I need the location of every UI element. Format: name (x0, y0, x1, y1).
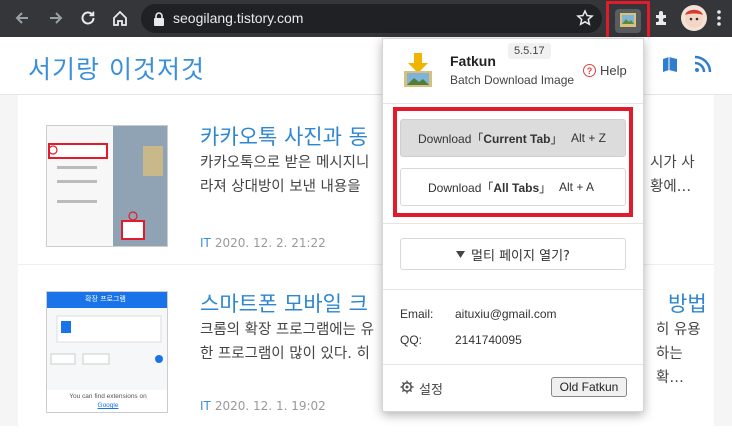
app-version-badge: 5.5.17 (508, 43, 551, 59)
rss-icon[interactable] (694, 55, 712, 79)
post-thumbnail[interactable] (46, 125, 168, 247)
email-row: Email: aituxiu@gmail.com (400, 307, 557, 321)
download-current-tab-button[interactable]: Download「Current Tab」 Alt + Z (400, 119, 626, 157)
bookmark-star-icon[interactable] (576, 9, 594, 31)
excerpt-line: 카카오톡으로 받은 메시지니 (200, 155, 370, 171)
qq-label: QQ: (400, 333, 423, 347)
excerpt-line: 크롬의 확장 프로그램에는 유 (200, 322, 374, 338)
forward-icon[interactable] (44, 6, 68, 30)
post-title[interactable]: 카카오톡 사진과 동 (200, 121, 368, 151)
help-link[interactable]: ? Help (583, 63, 627, 78)
post-title[interactable]: 스마트폰 모바일 크 방법 (200, 288, 707, 318)
multi-page-label[interactable]: 멀티 페이지 열기? (471, 245, 570, 264)
post-title-text[interactable]: 스마트폰 모바일 크 (200, 292, 368, 316)
help-icon[interactable]: ? (583, 64, 596, 77)
excerpt-line-tail: 히 유용 (656, 322, 701, 338)
caret-down-icon (456, 247, 466, 262)
fatkun-popup: Fatkun 5.5.17 Batch Download Image ? Hel… (382, 38, 644, 412)
excerpt-line-tail: 황에… (650, 179, 692, 195)
post-meta: IT 2020. 12. 2. 21:22 (200, 236, 326, 250)
app-subtitle: Batch Download Image (450, 73, 575, 87)
guestbook-icon[interactable] (660, 55, 680, 79)
header-icons (660, 55, 712, 79)
fatkun-extension-button[interactable] (606, 1, 650, 41)
settings-label[interactable]: 설정 (419, 379, 443, 398)
download-all-label[interactable]: Download「All Tabs」 (428, 179, 551, 196)
back-icon[interactable] (10, 6, 34, 30)
thumb-caption: You can find extensions on (69, 393, 147, 400)
post-title-tail[interactable]: 방법 (668, 288, 707, 318)
divider (383, 289, 643, 290)
browser-menu-icon[interactable] (716, 9, 722, 31)
email-label: Email: (400, 307, 434, 321)
divider (383, 103, 643, 104)
divider (383, 364, 643, 365)
post-thumbnail[interactable]: 확장 프로그램 You can find extensions on Googl… (46, 291, 168, 413)
email-value: aituxiu@gmail.com (455, 307, 557, 321)
extensions-puzzle-icon[interactable] (652, 8, 672, 32)
address-bar[interactable]: seogilang.tistory.com (141, 4, 602, 33)
home-icon[interactable] (108, 6, 132, 30)
qq-row: QQ: 2141740095 (400, 333, 522, 347)
post-category[interactable]: IT (200, 236, 211, 250)
reload-icon[interactable] (76, 6, 100, 30)
excerpt-line-tail: 하는 확… (656, 346, 684, 386)
post-date: 2020. 12. 2. 21:22 (214, 236, 326, 250)
multi-page-button[interactable]: 멀티 페이지 열기? (400, 238, 626, 270)
divider (383, 223, 643, 224)
lock-icon[interactable] (153, 11, 165, 30)
post-category[interactable]: IT (200, 399, 211, 413)
blog-title[interactable]: 서기랑 이것저것 (28, 50, 205, 86)
download-current-label[interactable]: Download「Current Tab」 (418, 130, 563, 147)
excerpt-line-tail: 시가 사 (650, 155, 695, 171)
shortcut-label: Alt + Z (571, 131, 607, 145)
excerpt-line: 한 프로그램이 많이 있다. 히 (200, 346, 370, 362)
help-label[interactable]: Help (600, 63, 627, 78)
post-meta: IT 2020. 12. 1. 19:02 (200, 399, 326, 413)
profile-avatar[interactable] (681, 5, 707, 31)
app-name: Fatkun (450, 53, 496, 69)
qq-value: 2141740095 (455, 333, 522, 347)
settings-link[interactable]: 설정 (400, 379, 443, 398)
browser-toolbar: seogilang.tistory.com (0, 0, 732, 41)
gear-icon[interactable] (400, 380, 414, 398)
fatkun-logo (402, 53, 434, 87)
excerpt-line: 라져 상대방이 보낸 내용을 (200, 179, 361, 195)
thumb-link: Google (97, 402, 119, 409)
download-all-tabs-button[interactable]: Download「All Tabs」 Alt + A (400, 168, 626, 206)
post-date: 2020. 12. 1. 19:02 (214, 399, 326, 413)
shortcut-label: Alt + A (559, 180, 595, 194)
thumb-header-text: 확장 프로그램 (85, 295, 126, 303)
old-fatkun-button[interactable]: Old Fatkun (551, 377, 627, 397)
fatkun-extension-icon[interactable] (615, 9, 641, 33)
url-text[interactable]: seogilang.tistory.com (173, 10, 303, 26)
